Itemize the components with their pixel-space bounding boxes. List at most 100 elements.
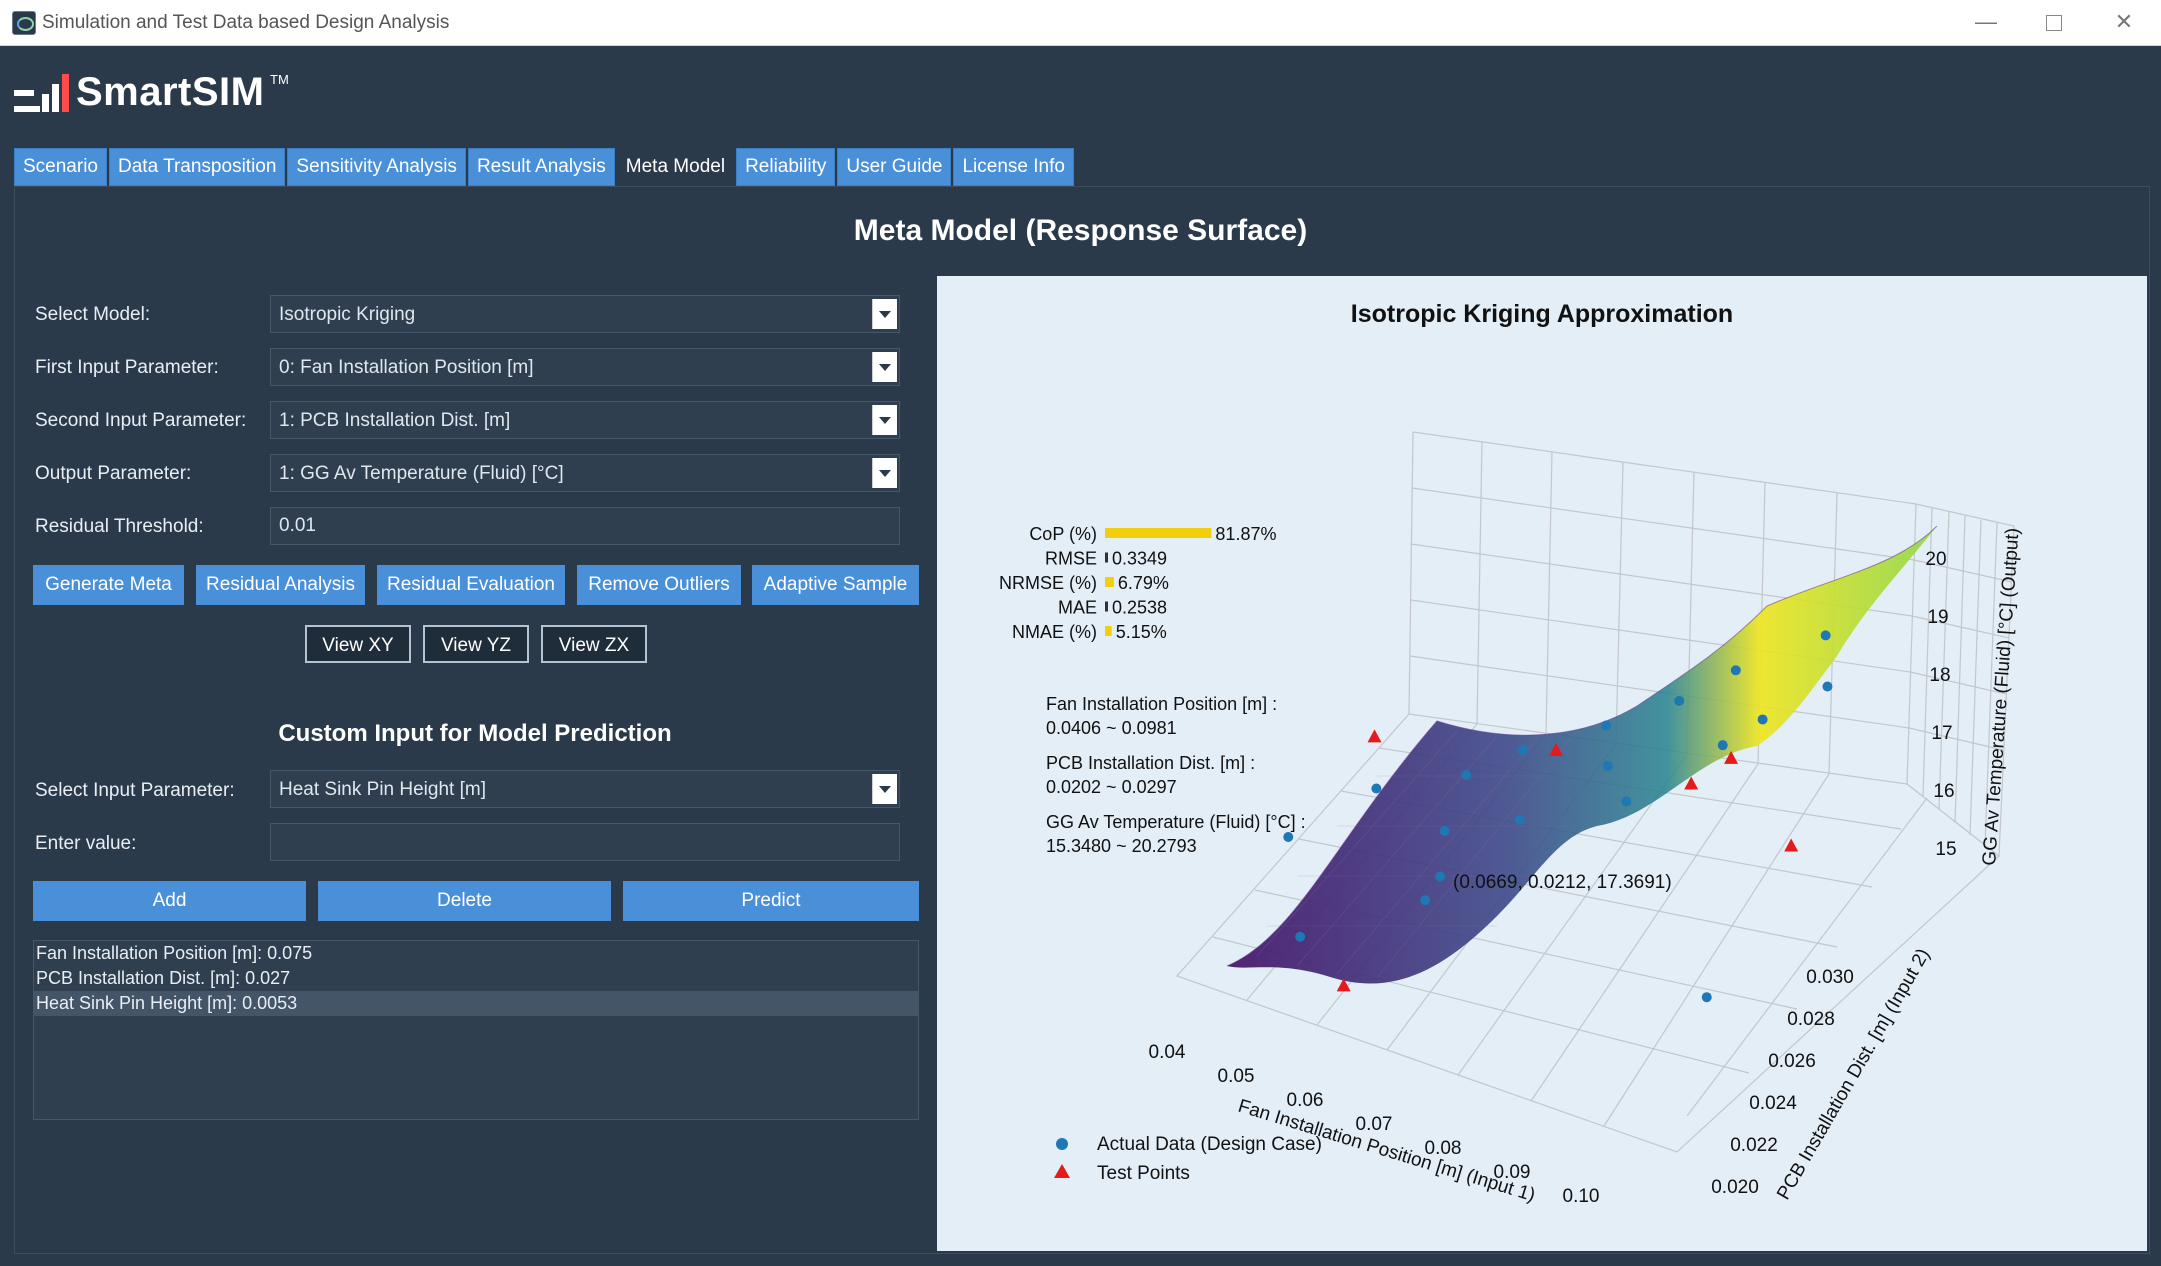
select-input-parameter-label: Select Input Parameter:	[35, 780, 235, 801]
actual-data-point	[1295, 931, 1306, 942]
select-input-parameter-dropdown[interactable]: Heat Sink Pin Height [m]	[270, 770, 900, 808]
view-zx-button[interactable]: View ZX	[541, 625, 647, 663]
select-model-dropdown[interactable]: Isotropic Kriging	[270, 295, 900, 333]
response-surface-chart[interactable]: Isotropic Kriging Approximation 0.04 0.0…	[937, 276, 2147, 1251]
actual-data-point	[1461, 770, 1472, 781]
x-tick-label: 0.06	[1287, 1090, 1324, 1111]
view-xy-button[interactable]: View XY	[305, 625, 411, 663]
tab-data-transposition[interactable]: Data Transposition	[109, 148, 286, 186]
app-icon	[12, 11, 36, 35]
y-axis-ticks: 0.020 0.022 0.024 0.026 0.028 0.030	[1711, 967, 1854, 1198]
tab-sensitivity-analysis[interactable]: Sensitivity Analysis	[287, 148, 466, 186]
metric-name: CoP (%)	[1029, 524, 1097, 544]
range-value: 15.3480 ~ 20.2793	[1046, 836, 1197, 856]
metric-name: NRMSE (%)	[999, 573, 1097, 593]
main-tabs: Scenario Data Transposition Sensitivity …	[14, 148, 1076, 186]
y-tick-label: 0.028	[1787, 1009, 1835, 1030]
actual-data-point	[1602, 760, 1613, 771]
delete-button[interactable]: Delete	[318, 881, 611, 921]
chevron-down-icon[interactable]	[872, 299, 897, 329]
actual-data-point	[1371, 783, 1382, 794]
actual-data-point	[1514, 814, 1525, 825]
first-input-value: 0: Fan Installation Position [m]	[279, 357, 534, 378]
z-axis-label: GG Av Temperature (Fluid) [°C] (Output)	[1979, 527, 2024, 866]
metric-value: 6.79%	[1118, 573, 1169, 593]
actual-data-point	[1757, 714, 1768, 725]
list-item[interactable]: PCB Installation Dist. [m]: 0.027	[34, 966, 918, 991]
y-tick-label: 0.026	[1768, 1051, 1816, 1072]
chevron-down-icon[interactable]	[872, 458, 897, 488]
tab-meta-model[interactable]: Meta Model	[616, 148, 735, 186]
y-tick-label: 0.024	[1749, 1093, 1797, 1114]
metric-value: 81.87%	[1215, 524, 1276, 544]
chevron-down-icon[interactable]	[872, 405, 897, 435]
residual-analysis-button[interactable]: Residual Analysis	[196, 565, 365, 605]
actual-data-point	[1674, 695, 1685, 706]
legend-triangle-marker	[1054, 1164, 1070, 1178]
view-yz-button[interactable]: View YZ	[423, 625, 529, 663]
range-value: 0.0406 ~ 0.0981	[1046, 718, 1177, 738]
actual-data-point	[1283, 831, 1294, 842]
x-tick-label: 0.10	[1563, 1186, 1600, 1207]
metric-name: NMAE (%)	[1012, 622, 1097, 642]
actual-data-point	[1621, 796, 1632, 807]
x-tick-label: 0.05	[1218, 1066, 1255, 1087]
residual-evaluation-button[interactable]: Residual Evaluation	[377, 565, 565, 605]
custom-input-title: Custom Input for Model Prediction	[278, 720, 672, 747]
test-point	[1367, 729, 1382, 743]
first-input-dropdown[interactable]: 0: Fan Installation Position [m]	[270, 348, 900, 386]
second-input-dropdown[interactable]: 1: PCB Installation Dist. [m]	[270, 401, 900, 439]
custom-input-list[interactable]: Fan Installation Position [m]: 0.075 PCB…	[33, 940, 919, 1120]
metrics-panel: CoP (%) 81.87% RMSE 0.3349 NRMSE (%) 6.79% MAE…	[999, 524, 1276, 642]
range-value: 0.0202 ~ 0.0297	[1046, 777, 1177, 797]
window-title: Simulation and Test Data based Design An…	[42, 12, 450, 33]
second-input-label: Second Input Parameter:	[35, 410, 247, 431]
tab-user-guide[interactable]: User Guide	[837, 148, 952, 186]
minimize-button[interactable]: —	[1958, 6, 2014, 38]
chart-canvas: Isotropic Kriging Approximation 0.040.05…	[999, 300, 2024, 1207]
maximize-button[interactable]	[2026, 6, 2082, 38]
remove-outliers-button[interactable]: Remove Outliers	[577, 565, 741, 605]
close-button[interactable]: ✕	[2096, 6, 2152, 38]
tab-reliability[interactable]: Reliability	[736, 148, 836, 186]
tab-result-analysis[interactable]: Result Analysis	[467, 148, 615, 186]
output-parameter-label: Output Parameter:	[35, 463, 192, 484]
actual-data-point	[1822, 681, 1833, 692]
adaptive-sample-button[interactable]: Adaptive Sample	[752, 565, 919, 605]
residual-threshold-input[interactable]	[270, 507, 900, 545]
add-button[interactable]: Add	[33, 881, 306, 921]
residual-threshold-label: Residual Threshold:	[35, 516, 204, 537]
select-model-value: Isotropic Kriging	[279, 304, 416, 325]
chevron-down-icon[interactable]	[872, 352, 897, 382]
enter-value-input[interactable]	[270, 823, 900, 861]
output-parameter-dropdown[interactable]: 1: GG Av Temperature (Fluid) [°C]	[270, 454, 900, 492]
logo-trademark: TM	[270, 72, 289, 87]
predict-button[interactable]: Predict	[623, 881, 919, 921]
tab-scenario[interactable]: Scenario	[14, 148, 107, 186]
chevron-down-icon[interactable]	[872, 774, 897, 804]
x-axis-ticks: 0.040.050.060.070.080.090.10	[1149, 1042, 1600, 1207]
tab-license-info[interactable]: License Info	[953, 148, 1074, 186]
first-input-label: First Input Parameter:	[35, 357, 219, 378]
actual-data-point	[1435, 871, 1446, 882]
list-item[interactable]: Heat Sink Pin Height [m]: 0.0053	[34, 991, 918, 1016]
actual-data-point	[1517, 744, 1528, 755]
list-item[interactable]: Fan Installation Position [m]: 0.075	[34, 941, 918, 966]
z-tick-label: 20	[1925, 549, 1946, 570]
z-tick-label: 19	[1927, 607, 1948, 628]
z-tick-label: 15	[1935, 839, 1956, 860]
range-name: Fan Installation Position [m] :	[1046, 694, 1277, 714]
z-tick-label: 17	[1931, 723, 1952, 744]
range-name: PCB Installation Dist. [m] :	[1046, 753, 1255, 773]
page-title: Meta Model (Response Surface)	[853, 214, 1308, 247]
actual-data-point	[1717, 740, 1728, 751]
chart-title: Isotropic Kriging Approximation	[1351, 300, 1733, 328]
y-tick-label: 0.020	[1711, 1177, 1759, 1198]
logo-bars-icon	[14, 74, 70, 112]
actual-data-point	[1701, 992, 1712, 1003]
generate-meta-button[interactable]: Generate Meta	[33, 565, 184, 605]
ranges-panel: Fan Installation Position [m] : 0.0406 ~ …	[1046, 694, 1306, 856]
legend-circle-marker	[1056, 1138, 1068, 1150]
output-parameter-value: 1: GG Av Temperature (Fluid) [°C]	[279, 463, 564, 484]
z-tick-label: 16	[1933, 781, 1954, 802]
